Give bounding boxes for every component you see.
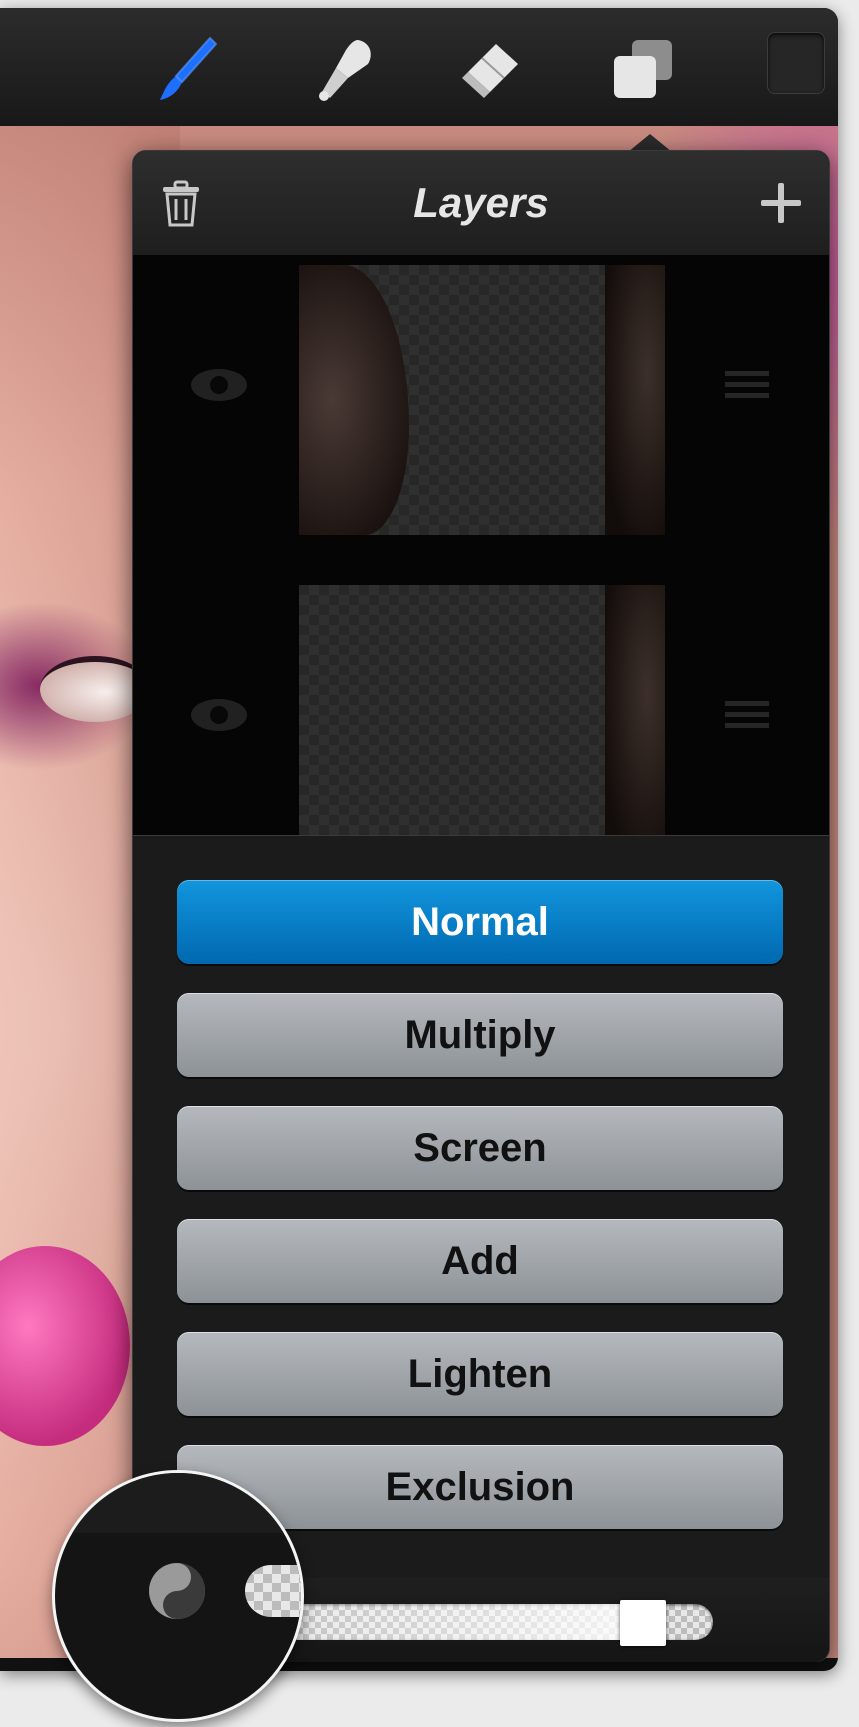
drag-handle-icon[interactable]	[725, 365, 769, 405]
blend-mode-lighten-button[interactable]: Lighten	[177, 1332, 783, 1416]
layer-row[interactable]	[133, 585, 829, 835]
brush-tool-button[interactable]	[148, 30, 228, 110]
blend-mode-add-button[interactable]: Add	[177, 1219, 783, 1303]
blend-mode-icon	[149, 1563, 205, 1619]
toolbar	[0, 8, 838, 127]
layer-thumbnail-hair	[605, 585, 665, 835]
layers-icon	[614, 40, 672, 98]
layer-row[interactable]	[133, 255, 829, 555]
brush-icon	[160, 36, 218, 100]
layer-thumbnail[interactable]	[299, 585, 665, 835]
magnifier-top	[55, 1473, 301, 1533]
blend-mode-multiply-button[interactable]: Multiply	[177, 993, 783, 1077]
procreate-app: Layers Normal Multiply Screen Add Lighte…	[0, 8, 838, 1671]
layer-thumbnail[interactable]	[299, 265, 665, 535]
opacity-slider-knob[interactable]	[619, 1600, 666, 1646]
eye-icon[interactable]	[189, 695, 249, 735]
magnifier-loupe	[52, 1470, 304, 1722]
layers-title: Layers	[413, 179, 549, 226]
layer-list[interactable]	[133, 255, 829, 835]
layers-tool-button[interactable]	[604, 30, 684, 110]
blend-mode-screen-button[interactable]: Screen	[177, 1106, 783, 1190]
blend-mode-normal-button[interactable]: Normal	[177, 880, 783, 964]
drag-handle-icon[interactable]	[725, 695, 769, 735]
layer-thumbnail-hair	[605, 265, 665, 535]
smudge-tool-button[interactable]	[306, 30, 386, 110]
opacity-slider[interactable]	[243, 1600, 713, 1646]
layers-popover: Layers Normal Multiply Screen Add Lighte…	[132, 150, 830, 1662]
smudge-icon	[319, 40, 371, 101]
eraser-icon	[462, 44, 518, 98]
eraser-tool-button[interactable]	[452, 30, 532, 110]
plus-icon[interactable]	[757, 179, 805, 227]
layers-header: Layers	[133, 151, 829, 255]
eye-icon[interactable]	[189, 365, 249, 405]
magnifier-slider-track	[245, 1565, 301, 1617]
layer-thumbnail-hair	[299, 265, 409, 535]
color-swatch[interactable]	[767, 32, 825, 94]
